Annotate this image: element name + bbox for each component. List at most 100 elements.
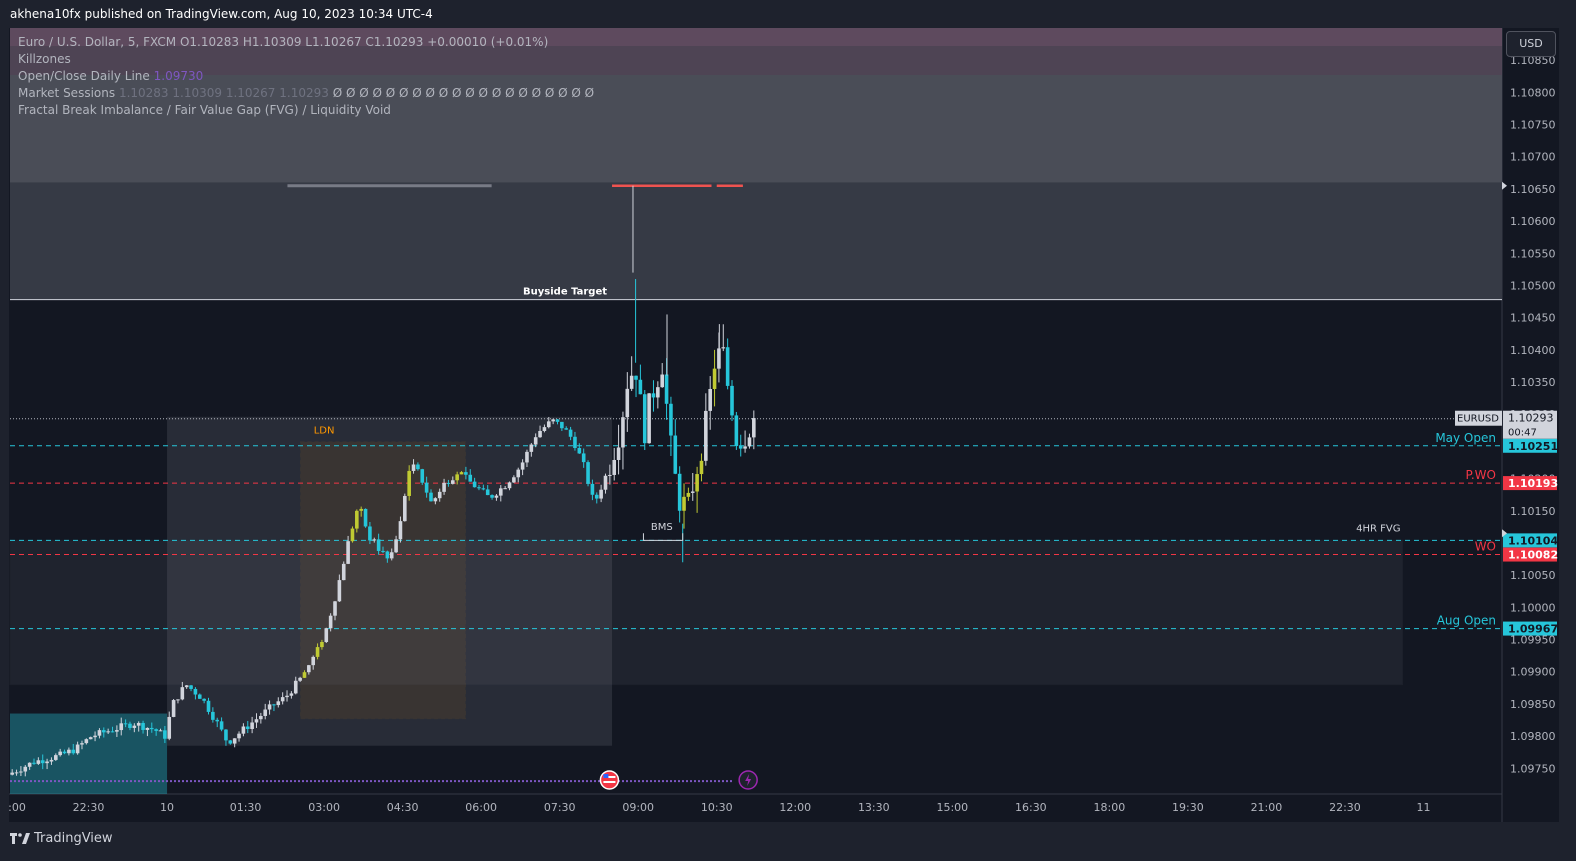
price-tick-label: 1.10000 [1510, 601, 1556, 614]
candle-body [516, 469, 521, 478]
level-price-label: 1.10104 [1508, 534, 1558, 547]
candle-body [10, 772, 14, 775]
candle-body [730, 385, 734, 416]
candle-body [250, 722, 254, 729]
candle-body [568, 429, 573, 437]
candle-body [298, 677, 302, 681]
price-tick-label: 1.09800 [1510, 730, 1556, 743]
candle-body [101, 730, 106, 733]
candle-body [411, 464, 416, 471]
candle-body [603, 475, 608, 490]
candle-body [359, 508, 363, 511]
fvg-label: 4HR FVG [1356, 523, 1400, 534]
indicator-label: Open/Close Daily Line [18, 69, 150, 83]
currency-button[interactable]: USD [1506, 31, 1556, 57]
level-label: May Open [1435, 431, 1496, 445]
candle-body [686, 492, 691, 497]
candle-body [752, 418, 756, 438]
candle-body [128, 723, 132, 728]
candle-body [320, 641, 324, 648]
candle-body [228, 740, 233, 744]
candle-body [394, 539, 398, 553]
candle-body [75, 744, 80, 754]
indicator-market-sessions[interactable]: Market Sessions 1.10283 1.10309 1.10267 … [18, 85, 594, 102]
candle-body [363, 508, 368, 527]
candle-body [560, 421, 564, 429]
candle-body [215, 719, 220, 722]
candle-body [682, 496, 686, 511]
price-tick-label: 1.10350 [1510, 376, 1556, 389]
indicator-daily-line[interactable]: Open/Close Daily Line 1.09730 [18, 68, 594, 85]
candle-body [337, 580, 342, 602]
candle-body [311, 656, 315, 666]
indicator-value: 1.09730 [153, 69, 204, 83]
candle-body [80, 743, 84, 745]
candle-body [293, 680, 298, 694]
candle-body [546, 421, 551, 428]
candle-body [433, 498, 438, 502]
price-tick-label: 1.10500 [1510, 279, 1556, 292]
indicator-label: Fractal Break Imbalance / Fair Value Gap… [18, 103, 391, 117]
price-tick-label: 1.10150 [1510, 505, 1556, 518]
candle-body [355, 510, 359, 529]
candle-body [123, 723, 128, 725]
symbol-ohlc-line[interactable]: Euro / U.S. Dollar, 5, FXCM O1.10283 H1.… [18, 34, 594, 51]
candle-body [145, 727, 150, 730]
candle-body [629, 375, 634, 389]
price-tick-label: 1.10550 [1510, 247, 1556, 260]
candle-body [184, 685, 189, 688]
price-tick-label: 1.09900 [1510, 666, 1556, 679]
candle-body [642, 394, 647, 444]
candle-body [638, 379, 643, 395]
candle-body [437, 491, 442, 499]
candle-body [481, 488, 486, 490]
us-flag-stripe [603, 781, 616, 783]
candle-body [241, 726, 246, 734]
indicator-fvg[interactable]: Fractal Break Imbalance / Fair Value Gap… [18, 102, 594, 119]
candle-body [372, 539, 377, 541]
candle-body [446, 482, 451, 484]
level-price-label: 1.09967 [1508, 623, 1558, 636]
candle-body [677, 473, 682, 511]
us-flag-event-icon [599, 770, 620, 790]
tradingview-logo-icon [10, 832, 30, 844]
price-tick-label: 1.09850 [1510, 698, 1556, 711]
candle-body [368, 526, 372, 541]
candle-body [743, 446, 747, 449]
candle-body [389, 552, 394, 559]
candle-body [115, 730, 119, 732]
us-flag-canton [603, 774, 609, 778]
candle-body [163, 730, 167, 739]
level-label: WO [1475, 540, 1496, 554]
candle-body [302, 672, 307, 678]
candle-body [673, 435, 678, 474]
candle-body [455, 474, 459, 481]
candle-body [110, 731, 115, 733]
candle-body [219, 721, 224, 730]
price-chart[interactable]: 1.108501.108001.107501.107001.106501.106… [9, 28, 1559, 822]
candle-body [564, 428, 569, 430]
candle-body [625, 388, 630, 418]
candle-body [307, 665, 311, 673]
candle-body [67, 749, 71, 754]
candle-body [93, 735, 97, 738]
liquidity-zone-lower [10, 182, 1502, 300]
candle-body [58, 751, 62, 756]
time-tick-label: 15:00 [936, 801, 968, 814]
candle-body [71, 749, 76, 754]
time-tick-label: 22:30 [1329, 801, 1361, 814]
time-tick-label: 21:00 [1251, 801, 1283, 814]
price-tick-label: 1.10700 [1510, 151, 1556, 164]
tradingview-logo[interactable]: TradingView [10, 831, 113, 846]
price-tick-label: 1.10400 [1510, 344, 1556, 357]
indicator-killzones[interactable]: Killzones [18, 51, 594, 68]
fvg-4hr-box [9, 539, 1404, 686]
candle-body [88, 737, 93, 740]
candle-body [54, 755, 58, 760]
chart-legend: Euro / U.S. Dollar, 5, FXCM O1.10283 H1.… [18, 34, 594, 119]
time-tick-label: 07:30 [544, 801, 576, 814]
candle-body [189, 685, 193, 689]
chart-frame[interactable]: 1.10850 1.10800 1.10750 1.10700 1.10650 1.106… [9, 28, 1559, 822]
candle-body [267, 704, 272, 710]
candle-body [106, 731, 110, 733]
